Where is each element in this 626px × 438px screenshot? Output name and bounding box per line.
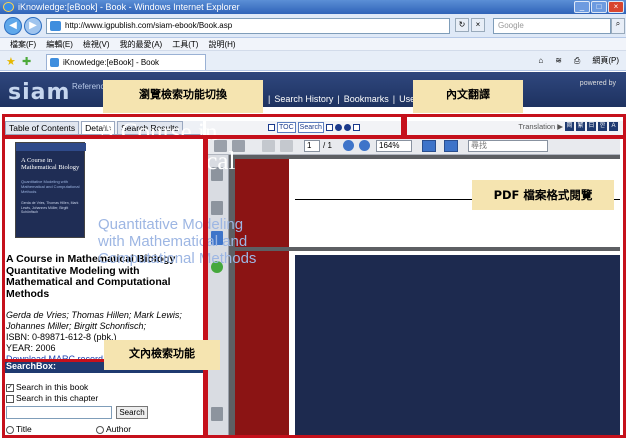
menu-edit[interactable]: 編輯(E) [46,38,73,50]
minimize-button[interactable]: _ [574,1,590,13]
zoom-select[interactable]: 164% [376,140,412,152]
nav-bookmarks[interactable]: Bookmarks [344,94,389,104]
translation-label: Translation [518,122,556,131]
command-bar: ⌂ ≋ ⎙ 網頁(P) [535,54,622,68]
menu-favorites[interactable]: 我的最愛(A) [120,38,163,50]
search-icon[interactable]: ⌕ [611,18,625,34]
search-in-book-option[interactable]: ✓ Search in this book [6,382,88,393]
pdf-page-cover [235,251,620,438]
address-bar: ◀ ▶ http://www.igpublish.com/siam-ebook/… [0,14,626,38]
pdf-cover-subtitle: Quantitative Modeling with Mathematical … [98,216,257,267]
tab-label: iKnowledge:[eBook] - Book [63,58,160,67]
paperclip-icon[interactable] [211,407,223,421]
menu-tools[interactable]: 工具(T) [172,38,198,50]
print-icon[interactable]: ⎙ [571,54,583,68]
search-title-label: Title [16,424,32,434]
url-input[interactable]: http://www.igpublish.com/siam-ebook/Book… [46,18,450,34]
close-button[interactable]: × [608,1,624,13]
refresh-icon[interactable]: ↻ [455,18,469,32]
annotation-pdf: PDF 檔案格式閱覽 [472,180,614,210]
home-icon[interactable]: ⌂ [535,54,546,68]
url-text: http://www.igpublish.com/siam-ebook/Book… [65,21,233,30]
siam-logo[interactable]: siam [8,80,70,105]
page-icon [50,21,61,31]
translate-korean-button[interactable]: 한 [598,122,607,131]
annotation-translate: 內文翻譯 [413,80,523,113]
search-in-book-checkbox[interactable]: ✓ [6,383,14,392]
favorites-star-icon[interactable]: ★ [6,55,16,68]
fit-width-icon[interactable] [444,140,458,152]
window-controls: _ □ × [574,1,624,13]
menu-view[interactable]: 檢視(V) [83,38,110,50]
back-button[interactable]: ◀ [4,17,22,35]
tab-page-icon [50,58,59,67]
page-menu[interactable]: 網頁(P) [589,54,622,68]
search-title-option[interactable]: Title [6,424,32,435]
annotation-search: 文內檢索功能 [104,340,220,370]
stop-icon[interactable]: × [471,18,485,32]
search-author-label: Author [106,424,132,434]
fit-page-icon[interactable] [422,140,436,152]
pdf-cover-title: A Course in Mathematical Biology [98,119,236,204]
menu-bar: 檔案(F) 編輯(E) 檢視(V) 我的最愛(A) 工具(T) 說明(H) [0,38,626,51]
powered-by: powered by [579,80,616,87]
search-author-option[interactable]: Author [96,424,131,435]
forward-button[interactable]: ▶ [24,17,42,35]
tab-bar: ★ ✚ iKnowledge:[eBook] - Book ⌂ ≋ ⎙ 網頁(P… [0,51,626,71]
searchbox-button[interactable]: Search [116,406,148,419]
search-in-book-label: Search in this book [16,382,89,392]
menu-file[interactable]: 檔案(F) [10,38,36,50]
window-title: iKnowledge:[eBook] - Book - Windows Inte… [18,2,240,12]
cover-subtitle: Quantitative Modeling with Mathematical … [21,179,80,194]
translation-bar: Translation ▶ 简 繁 日 한 A [518,122,618,131]
translate-japanese-button[interactable]: 日 [587,122,596,131]
tab-table-of-contents[interactable]: Table of Contents [5,121,80,134]
window-title-bar: iKnowledge:[eBook] - Book - Windows Inte… [0,0,626,14]
search-author-radio[interactable] [96,425,104,434]
menu-help[interactable]: 說明(H) [208,38,235,50]
searchbox-input[interactable] [6,406,112,419]
nav-search-history[interactable]: Search History [274,94,333,104]
cover-title: A Course in Mathematical Biology [21,157,80,171]
add-favorite-icon[interactable]: ✚ [22,55,31,68]
search-in-chapter-option[interactable]: Search in this chapter [6,393,98,404]
pdf-find-input[interactable]: 尋找 [468,140,548,152]
book-authors: Gerda de Vries; Thomas Hillen; Mark Lewi… [6,310,182,331]
search-title-radio[interactable] [6,425,14,434]
annotation-browse: 瀏覽檢索功能切換 [103,80,263,113]
translate-traditional-button[interactable]: 繁 [576,122,585,131]
translate-english-button[interactable]: A [609,122,618,131]
address-actions: ↻ × [455,18,491,34]
site-banner: siam Reference powered by | Search Histo… [0,72,626,107]
cover-authors: Gerda de Vries, Thomas Hillen, Mark Lewi… [21,201,79,214]
browser-tab[interactable]: iKnowledge:[eBook] - Book [46,54,206,70]
search-in-chapter-checkbox[interactable] [6,394,14,403]
book-cover: A Course in Mathematical Biology Quantit… [15,142,86,238]
ie-logo-icon [3,2,14,12]
web-search-input[interactable]: Google [493,18,611,34]
search-in-chapter-label: Search in this chapter [16,393,99,403]
feeds-icon[interactable]: ≋ [552,54,565,68]
site-nav: | Search History | Bookmarks | User G [268,94,428,104]
maximize-button[interactable]: □ [591,1,607,13]
translate-simplified-button[interactable]: 简 [565,122,574,131]
